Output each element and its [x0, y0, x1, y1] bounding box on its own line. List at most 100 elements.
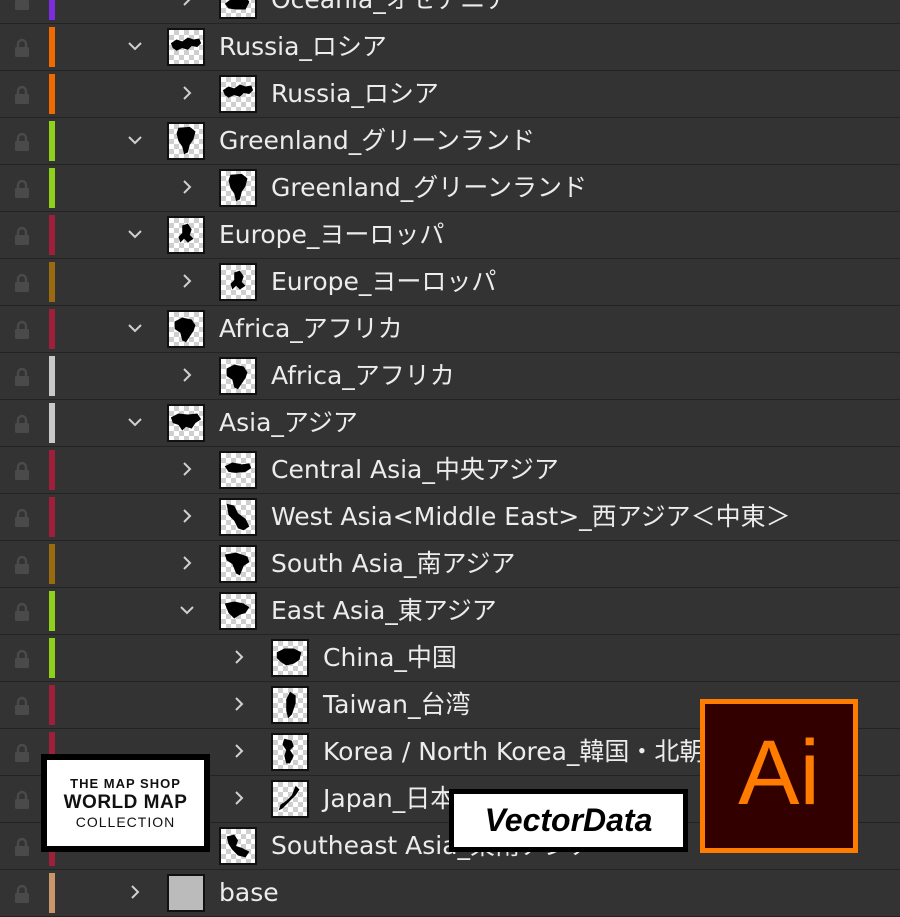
- layer-thumbnail: [271, 639, 309, 677]
- layer-name[interactable]: Greenland_グリーンランド: [219, 126, 535, 156]
- chevron-down-icon[interactable]: [125, 318, 145, 340]
- layer-name[interactable]: China_中国: [323, 643, 457, 673]
- layer-color-swatch: [49, 121, 55, 161]
- layer-color-swatch: [49, 591, 55, 631]
- lock-icon[interactable]: [12, 273, 32, 293]
- lock-icon[interactable]: [12, 884, 32, 904]
- lock-icon[interactable]: [12, 367, 32, 387]
- layer-row[interactable]: Europe_ヨーロッパ: [0, 259, 900, 306]
- lock-icon[interactable]: [12, 38, 32, 58]
- chevron-down-icon[interactable]: [125, 224, 145, 246]
- chevron-right-icon[interactable]: [177, 553, 197, 575]
- lock-icon[interactable]: [12, 85, 32, 105]
- lock-icon[interactable]: [12, 555, 32, 575]
- chevron-right-icon[interactable]: [229, 741, 249, 763]
- layer-row[interactable]: Russia_ロシア: [0, 71, 900, 118]
- vector-data-text: VectorData: [454, 794, 683, 847]
- layer-row[interactable]: Africa_アフリカ: [0, 306, 900, 353]
- layer-row[interactable]: base: [0, 870, 900, 917]
- lock-icon[interactable]: [12, 743, 32, 763]
- chevron-right-icon[interactable]: [177, 365, 197, 387]
- chevron-right-icon[interactable]: [177, 0, 197, 11]
- layer-row[interactable]: Greenland_グリーンランド: [0, 165, 900, 212]
- layer-name[interactable]: base: [219, 878, 279, 908]
- lock-icon[interactable]: [12, 649, 32, 669]
- layer-name[interactable]: West Asia<Middle East>_西アジア＜中東＞: [271, 502, 791, 532]
- chevron-down-icon[interactable]: [177, 600, 197, 622]
- layer-color-swatch: [49, 356, 55, 396]
- layer-thumbnail: [271, 733, 309, 771]
- layer-name[interactable]: Oceania_オセアニア: [271, 0, 510, 15]
- layer-row[interactable]: Africa_アフリカ: [0, 353, 900, 400]
- chevron-down-icon[interactable]: [125, 130, 145, 152]
- chevron-right-icon[interactable]: [229, 694, 249, 716]
- layer-color-swatch: [49, 309, 55, 349]
- layer-row[interactable]: Asia_アジア: [0, 400, 900, 447]
- lock-icon[interactable]: [12, 414, 32, 434]
- lock-icon[interactable]: [12, 508, 32, 528]
- layer-name[interactable]: Africa_アフリカ: [271, 361, 455, 391]
- layer-name[interactable]: Greenland_グリーンランド: [271, 173, 587, 203]
- layer-name[interactable]: Korea / North Korea_韓国・北朝鮮: [323, 737, 729, 767]
- layer-color-swatch: [49, 544, 55, 584]
- chevron-right-icon[interactable]: [177, 459, 197, 481]
- lock-icon[interactable]: [12, 132, 32, 152]
- layer-row[interactable]: Greenland_グリーンランド: [0, 118, 900, 165]
- layer-row[interactable]: East Asia_東アジア: [0, 588, 900, 635]
- layer-row[interactable]: China_中国: [0, 635, 900, 682]
- layer-thumbnail: [167, 122, 205, 160]
- chevron-right-icon[interactable]: [229, 788, 249, 810]
- layer-name[interactable]: East Asia_東アジア: [271, 596, 497, 626]
- chevron-right-icon[interactable]: [229, 647, 249, 669]
- layer-color-swatch: [49, 0, 55, 20]
- chevron-down-icon[interactable]: [125, 412, 145, 434]
- lock-icon[interactable]: [12, 837, 32, 857]
- layer-thumbnail: [219, 827, 257, 865]
- layer-row[interactable]: West Asia<Middle East>_西アジア＜中東＞: [0, 494, 900, 541]
- chevron-right-icon[interactable]: [177, 271, 197, 293]
- layer-color-swatch: [49, 262, 55, 302]
- layer-color-swatch: [49, 873, 55, 913]
- lock-icon[interactable]: [12, 696, 32, 716]
- illustrator-logo-text: Ai: [705, 704, 853, 848]
- chevron-right-icon[interactable]: [125, 882, 145, 904]
- chevron-right-icon[interactable]: [177, 506, 197, 528]
- lock-icon[interactable]: [12, 320, 32, 340]
- layer-row[interactable]: Central Asia_中央アジア: [0, 447, 900, 494]
- layer-thumbnail: [167, 404, 205, 442]
- lock-icon[interactable]: [12, 461, 32, 481]
- lock-icon[interactable]: [12, 790, 32, 810]
- layer-name[interactable]: Central Asia_中央アジア: [271, 455, 559, 485]
- layer-name[interactable]: Russia_ロシア: [271, 79, 439, 109]
- layer-row[interactable]: South Asia_南アジア: [0, 541, 900, 588]
- layer-thumbnail: [219, 545, 257, 583]
- layer-row[interactable]: Russia_ロシア: [0, 24, 900, 71]
- layer-thumbnail: [167, 216, 205, 254]
- vector-data-label: VectorData: [449, 789, 688, 852]
- lock-icon[interactable]: [12, 179, 32, 199]
- layer-color-swatch: [49, 403, 55, 443]
- layer-color-swatch: [49, 450, 55, 490]
- layer-thumbnail: [219, 592, 257, 630]
- layer-name[interactable]: Europe_ヨーロッパ: [219, 220, 444, 250]
- chevron-right-icon[interactable]: [177, 177, 197, 199]
- layer-name[interactable]: Africa_アフリカ: [219, 314, 403, 344]
- chevron-right-icon[interactable]: [177, 83, 197, 105]
- layer-color-swatch: [49, 497, 55, 537]
- layer-name[interactable]: Russia_ロシア: [219, 32, 387, 62]
- layer-row[interactable]: Europe_ヨーロッパ: [0, 212, 900, 259]
- layer-row[interactable]: Oceania_オセアニア: [0, 0, 900, 24]
- lock-icon[interactable]: [12, 226, 32, 246]
- layer-name[interactable]: Japan_日本: [323, 784, 455, 814]
- chevron-down-icon[interactable]: [125, 36, 145, 58]
- layer-thumbnail: [167, 28, 205, 66]
- layer-name[interactable]: Asia_アジア: [219, 408, 358, 438]
- layer-name[interactable]: Europe_ヨーロッパ: [271, 267, 496, 297]
- layer-name[interactable]: Taiwan_台湾: [323, 690, 471, 720]
- layer-name[interactable]: South Asia_南アジア: [271, 549, 516, 579]
- illustrator-logo: Ai: [700, 699, 858, 853]
- lock-icon[interactable]: [12, 602, 32, 622]
- layer-thumbnail: [167, 874, 205, 912]
- lock-icon[interactable]: [12, 0, 32, 11]
- layer-thumbnail: [219, 498, 257, 536]
